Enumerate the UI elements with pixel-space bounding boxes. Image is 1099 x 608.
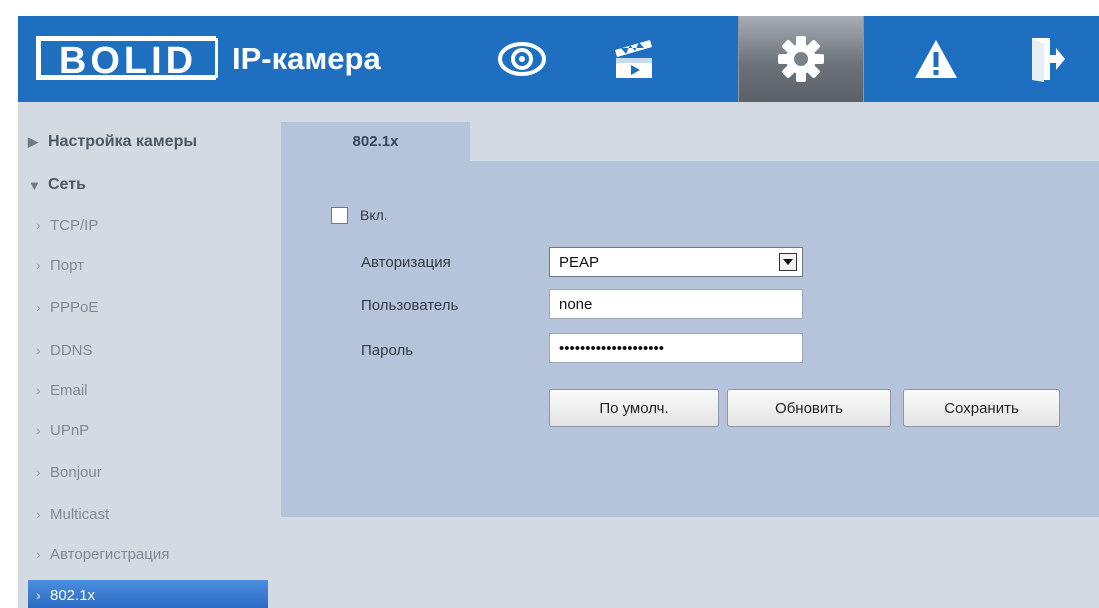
sidebar-item-tcpip[interactable]: › TCP/IP <box>28 208 268 242</box>
nav-playback-button[interactable] <box>578 16 690 102</box>
settings-panel: Вкл. Авторизация PEAP Пользователь none … <box>281 161 1099 517</box>
default-button[interactable]: По умолч. <box>549 389 719 427</box>
sidebar-item-label: DDNS <box>50 341 93 359</box>
app-title: IP-камера <box>232 41 381 76</box>
gear-icon <box>778 36 824 82</box>
nav-alarm-button[interactable] <box>880 16 992 102</box>
sidebar-item-label: Авторегистрация <box>50 545 170 563</box>
sidebar-item-autoregistration[interactable]: › Авторегистрация <box>28 537 268 571</box>
password-label: Пароль <box>361 342 414 359</box>
sidebar-item-bonjour[interactable]: › Bonjour <box>28 455 268 489</box>
sidebar-item-label: Multicast <box>50 505 110 523</box>
enable-label: Вкл. <box>360 207 388 223</box>
tab-strip: 802.1x <box>281 102 1099 161</box>
chevron-right-icon: › <box>36 342 41 358</box>
sidebar-group-camera-settings[interactable]: ▶ Настройка камеры <box>28 125 268 159</box>
chevron-right-icon: › <box>36 299 41 315</box>
tab-8021x[interactable]: 802.1x <box>281 122 470 161</box>
sidebar-group-label: Настройка камеры <box>48 133 197 150</box>
sidebar-item-upnp[interactable]: › UPnP <box>28 413 268 447</box>
warning-icon <box>915 40 957 78</box>
nav-logout-button[interactable] <box>990 16 1099 102</box>
auth-select-value: PEAP <box>559 253 600 271</box>
chevron-right-icon: › <box>36 257 41 273</box>
sidebar-item-label: Email <box>50 381 88 399</box>
eye-icon <box>498 42 546 76</box>
brand-logo: BOLID <box>36 36 218 81</box>
sidebar-item-label: Порт <box>50 256 85 274</box>
auth-label: Авторизация <box>361 254 451 271</box>
chevron-right-icon: › <box>36 217 41 233</box>
sidebar-item-8021x[interactable]: › 802.1x <box>28 580 268 608</box>
chevron-right-icon: › <box>36 422 41 438</box>
chevron-right-icon: › <box>36 546 41 562</box>
sidebar: ▶ Настройка камеры ▼ Сеть › TCP/IP › Пор… <box>18 102 281 608</box>
triangle-right-icon: ▶ <box>28 134 38 149</box>
top-bar: BOLID IP-камера <box>18 16 1099 102</box>
sidebar-group-network[interactable]: ▼ Сеть <box>28 168 268 202</box>
logo-text: BOLID <box>38 38 218 81</box>
triangle-down-icon: ▼ <box>28 177 41 193</box>
auth-select[interactable]: PEAP <box>549 247 803 277</box>
sidebar-item-label: TCP/IP <box>50 216 99 234</box>
chevron-right-icon: › <box>36 382 41 398</box>
nav-settings-button[interactable] <box>738 16 864 102</box>
user-input[interactable]: none <box>549 289 803 319</box>
chevron-right-icon: › <box>36 587 41 603</box>
sidebar-item-port[interactable]: › Порт <box>28 248 268 282</box>
sidebar-item-label: Bonjour <box>50 463 102 481</box>
save-button[interactable]: Сохранить <box>903 389 1060 427</box>
user-label: Пользователь <box>361 297 459 314</box>
sidebar-item-label: UPnP <box>50 421 90 439</box>
clapperboard-icon <box>615 40 652 78</box>
enable-row: Вкл. <box>331 205 388 225</box>
sidebar-item-pppoe[interactable]: › PPPoE <box>28 290 268 324</box>
sidebar-item-ddns[interactable]: › DDNS <box>28 333 268 367</box>
sidebar-item-label: 802.1x <box>50 586 96 604</box>
refresh-button[interactable]: Обновить <box>727 389 891 427</box>
chevron-right-icon: › <box>36 464 41 480</box>
sidebar-group-label: Сеть <box>48 176 86 193</box>
main-content: 802.1x Вкл. Авторизация PEAP Пользовател… <box>281 102 1099 608</box>
nav-live-button[interactable] <box>466 16 578 102</box>
logout-icon <box>1032 38 1065 82</box>
enable-checkbox[interactable] <box>331 206 348 224</box>
sidebar-item-label: PPPoE <box>50 298 99 316</box>
sidebar-item-multicast[interactable]: › Multicast <box>28 497 268 531</box>
chevron-right-icon: › <box>36 506 41 522</box>
chevron-down-icon <box>779 253 797 271</box>
sidebar-item-email[interactable]: › Email <box>28 373 268 407</box>
password-input[interactable]: •••••••••••••••••••• <box>549 333 803 363</box>
